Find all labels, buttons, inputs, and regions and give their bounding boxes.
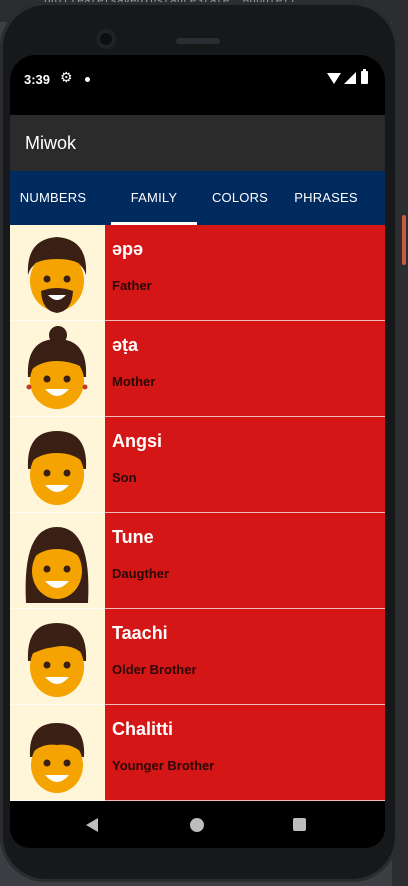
list-item[interactable]: Angsi Son: [10, 417, 385, 513]
phone-screen: 3:39 ⚙ Miwok NUMBERS FAMILY COLORS PHRAS…: [10, 55, 385, 848]
list-item[interactable]: əpə Father: [10, 225, 385, 321]
back-icon[interactable]: [86, 818, 98, 832]
front-camera: [96, 29, 116, 49]
older-brother-icon: [10, 609, 105, 705]
miwok-word: Taachi: [112, 623, 168, 643]
english-word: Younger Brother: [112, 758, 215, 773]
miwok-word: Tune: [112, 527, 154, 547]
english-word: Father: [112, 278, 152, 293]
status-time: 3:39: [24, 72, 51, 87]
battery-icon: [361, 69, 368, 84]
list-item[interactable]: Tune Daugther: [10, 513, 385, 609]
list-item[interactable]: Taachi Older Brother: [10, 609, 385, 705]
english-word: Daugther: [112, 566, 170, 581]
word-list[interactable]: əpə Father əṭa Mother Angsi Son Tune Dau…: [10, 225, 385, 802]
miwok-word: Chalitti: [112, 719, 173, 739]
app-bar: Miwok: [10, 115, 385, 171]
status-bar: 3:39 ⚙: [10, 55, 385, 115]
tab-phrases[interactable]: PHRASES: [283, 171, 369, 225]
earpiece-speaker: [176, 38, 220, 44]
wifi-icon: [327, 73, 341, 84]
list-item[interactable]: Chalitti Younger Brother: [10, 705, 385, 801]
recents-icon[interactable]: [293, 818, 306, 831]
dot-icon: [85, 77, 90, 82]
signal-icon: [344, 72, 356, 84]
system-icons: [327, 69, 371, 86]
tab-colors[interactable]: COLORS: [197, 171, 283, 225]
row-divider: [10, 800, 385, 801]
mother-icon: [10, 321, 105, 417]
younger-brother-icon: [10, 705, 105, 801]
phone-frame: 3:39 ⚙ Miwok NUMBERS FAMILY COLORS PHRAS…: [0, 2, 398, 882]
home-icon[interactable]: [190, 818, 204, 832]
english-word: Mother: [112, 374, 156, 389]
list-item[interactable]: əṭa Mother: [10, 321, 385, 417]
tab-family[interactable]: FAMILY: [111, 171, 197, 225]
navigation-bar: [10, 802, 385, 848]
miwok-word: əpə: [112, 239, 144, 259]
son-icon: [10, 417, 105, 513]
tab-numbers[interactable]: NUMBERS: [10, 171, 96, 225]
app-title: Miwok: [25, 133, 77, 153]
english-word: Older Brother: [112, 662, 197, 677]
gear-icon: ⚙: [60, 69, 73, 85]
miwok-word: əṭa: [112, 335, 139, 355]
miwok-word: Angsi: [112, 431, 163, 451]
ide-gutter-marker: [402, 215, 406, 265]
english-word: Son: [112, 470, 137, 485]
tab-bar: NUMBERS FAMILY COLORS PHRASES: [10, 171, 385, 225]
father-icon: [10, 225, 105, 321]
daughter-icon: [10, 513, 105, 609]
